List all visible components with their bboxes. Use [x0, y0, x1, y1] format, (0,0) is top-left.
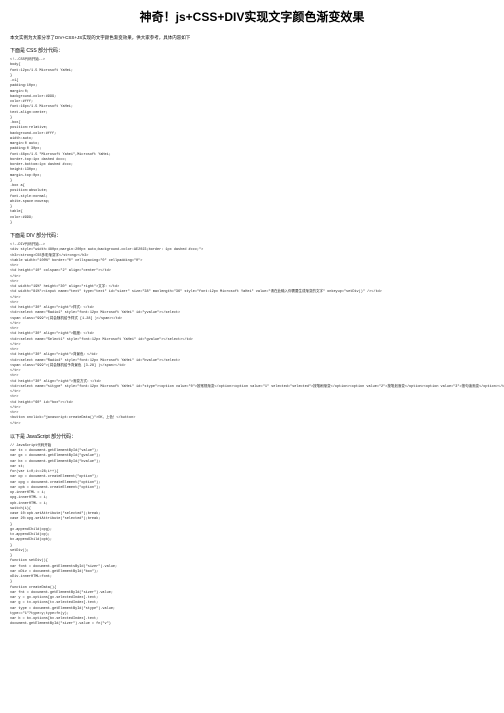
code-line: </tr>: [10, 422, 494, 427]
code-line: document.getElementById("sizer").value =…: [10, 622, 494, 627]
css-code-block: <!--CSS代码开始-->body{font:12px/1.5 Microso…: [10, 58, 494, 226]
js-code-block: // JavaScript代码开始var tx = document.getEl…: [10, 444, 494, 628]
div-code-block: <!--DIV代码开始--><div style="width:480px;ma…: [10, 243, 494, 427]
css-section-header: 下面是 CSS 部分代码：: [10, 47, 494, 54]
js-section-header: 以下是 JavaScript 部分代码：: [10, 433, 494, 440]
page-title: 神奇！js+CSS+DIV实现文字颜色渐变效果: [10, 8, 494, 25]
intro-text: 本文实例为大家分享了DIV+CSS+JS实现的文字颜色渐变效果，供大家参考，具体…: [10, 35, 494, 41]
code-line: <td><select name="sitype" style="font:12…: [10, 385, 494, 390]
code-line: }: [10, 221, 494, 226]
div-section-header: 下面是 DIV 部分代码：: [10, 232, 494, 239]
